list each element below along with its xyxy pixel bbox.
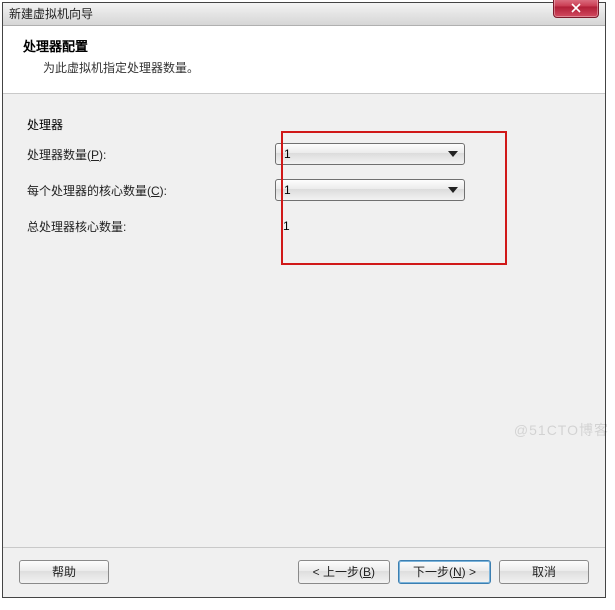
combo-cores-per-processor[interactable]: 1 bbox=[275, 179, 465, 201]
combo-cores-per-processor-value: 1 bbox=[284, 183, 291, 197]
label-processor-count: 处理器数量(P): bbox=[27, 146, 275, 163]
button-bar: 帮助 < 上一步(B) 下一步(N) > 取消 bbox=[3, 547, 605, 597]
value-total-cores: 1 bbox=[275, 219, 290, 233]
combo-processor-count-value: 1 bbox=[284, 147, 291, 161]
page-subtitle: 为此虚拟机指定处理器数量。 bbox=[23, 55, 585, 76]
watermark: @51CTO博客 bbox=[514, 420, 609, 440]
page-title: 处理器配置 bbox=[23, 36, 585, 55]
chevron-down-icon bbox=[448, 151, 458, 157]
wizard-body: 处理器 处理器数量(P): 1 每个处理器的核心数量(C): 1 总处理器核心数… bbox=[3, 94, 605, 547]
close-icon bbox=[570, 3, 582, 13]
window-title: 新建虚拟机向导 bbox=[9, 7, 93, 21]
title-bar: 新建虚拟机向导 bbox=[3, 3, 605, 26]
row-cores-per-processor: 每个处理器的核心数量(C): 1 bbox=[27, 179, 581, 201]
label-cores-per-processor: 每个处理器的核心数量(C): bbox=[27, 182, 275, 199]
combo-processor-count[interactable]: 1 bbox=[275, 143, 465, 165]
close-button[interactable] bbox=[553, 0, 599, 18]
cancel-button[interactable]: 取消 bbox=[499, 560, 589, 584]
wizard-window: 新建虚拟机向导 处理器配置 为此虚拟机指定处理器数量。 处理器 处理器数量(P)… bbox=[2, 2, 606, 598]
next-button[interactable]: 下一步(N) > bbox=[398, 560, 491, 584]
row-processor-count: 处理器数量(P): 1 bbox=[27, 143, 581, 165]
section-processors-label: 处理器 bbox=[27, 116, 581, 133]
wizard-header: 处理器配置 为此虚拟机指定处理器数量。 bbox=[3, 26, 605, 94]
chevron-down-icon bbox=[448, 187, 458, 193]
row-total-cores: 总处理器核心数量: 1 bbox=[27, 215, 581, 237]
help-button[interactable]: 帮助 bbox=[19, 560, 109, 584]
label-total-cores: 总处理器核心数量: bbox=[27, 218, 275, 235]
back-button[interactable]: < 上一步(B) bbox=[298, 560, 390, 584]
